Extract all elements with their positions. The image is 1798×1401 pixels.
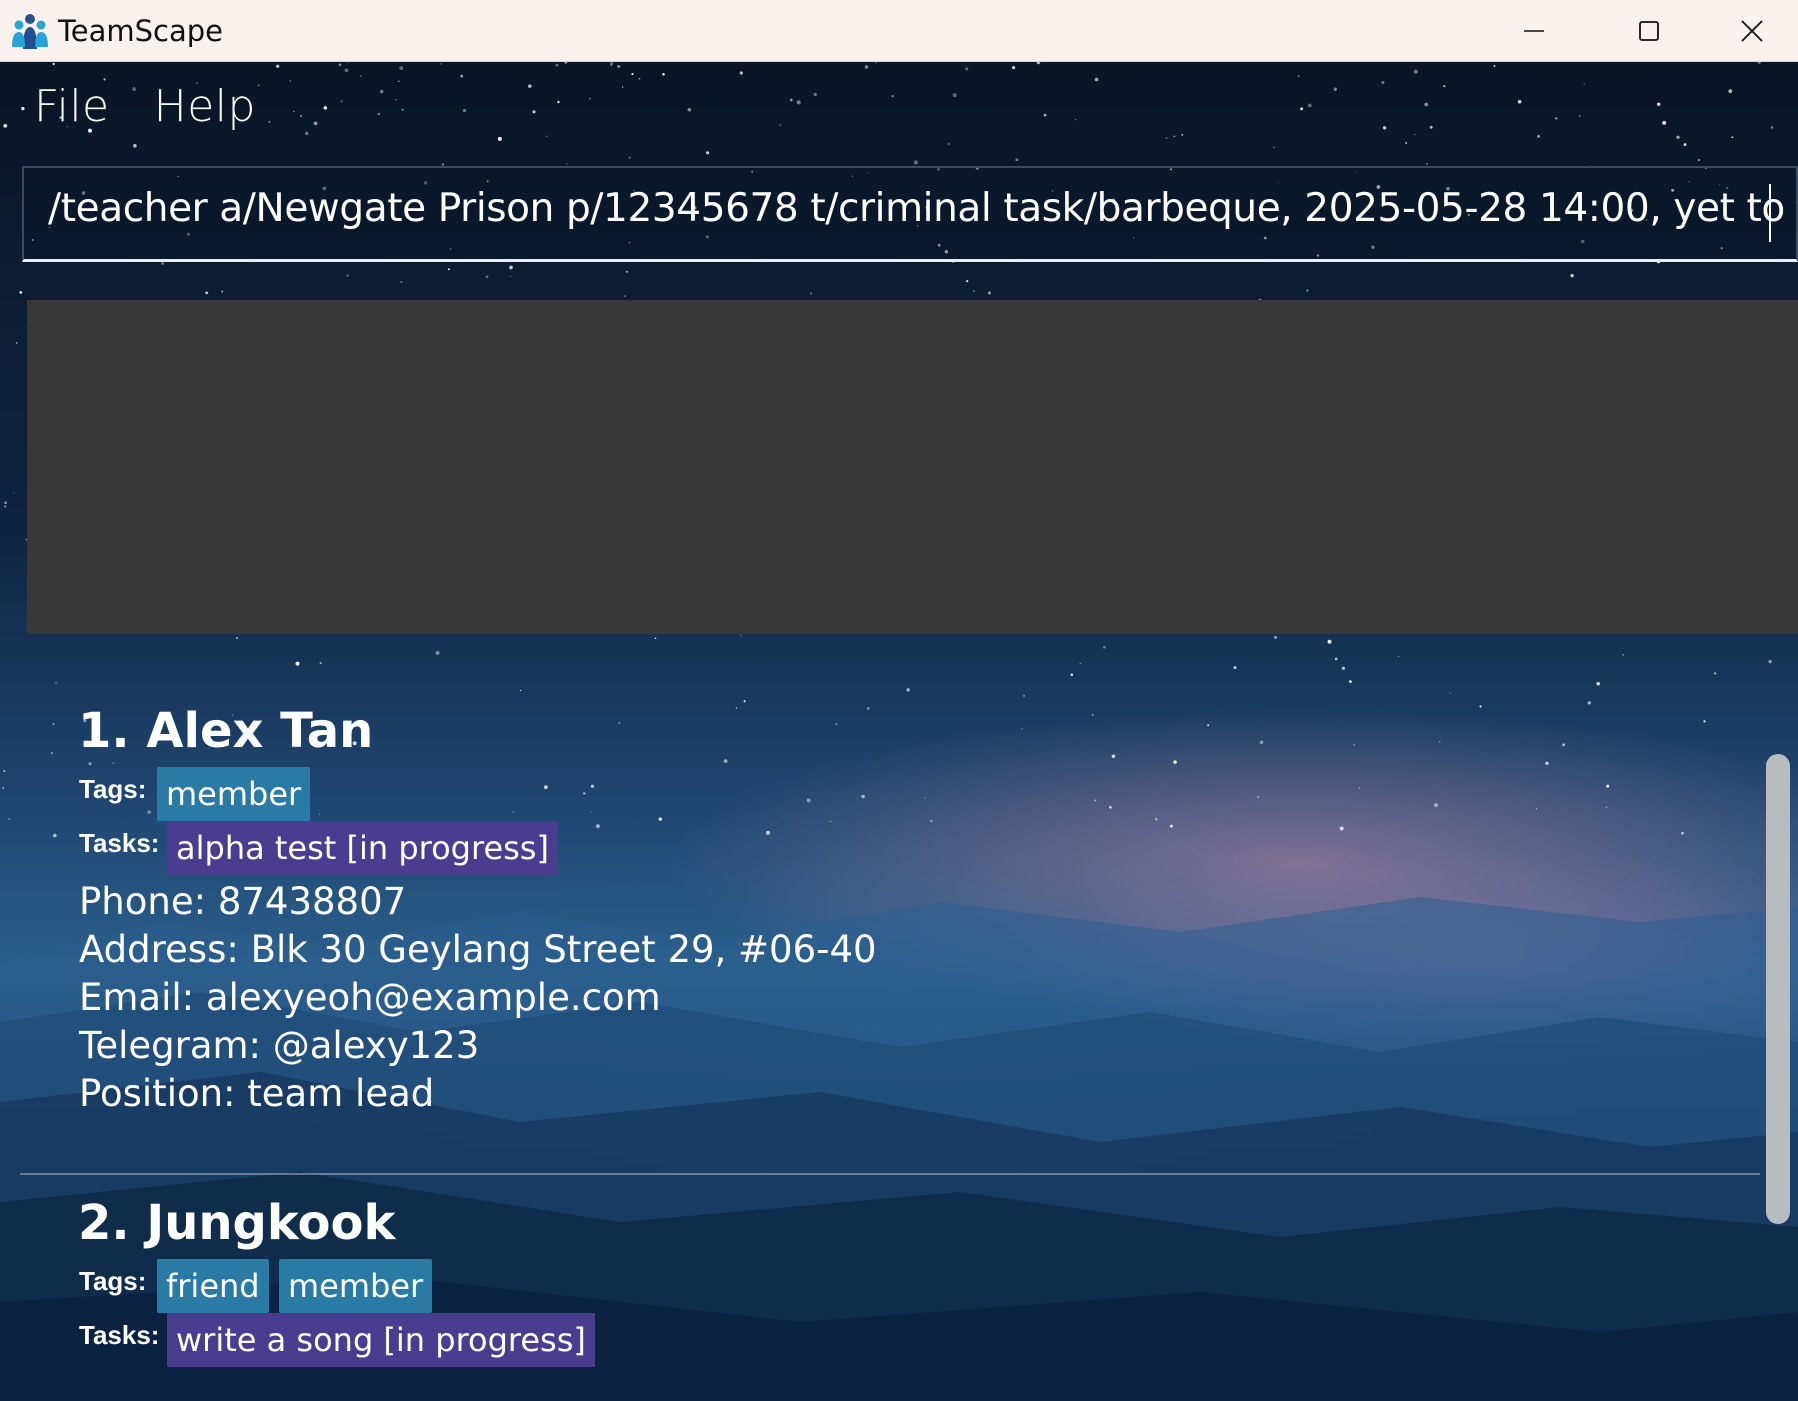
minimize-icon [1523, 29, 1544, 32]
task-chip: alpha test [in progress] [167, 821, 558, 875]
maximize-icon [1638, 20, 1659, 41]
tag-chip: friend [157, 1259, 269, 1313]
window-title: TeamScape [58, 13, 224, 48]
person-list[interactable]: 1. Alex Tan Tags: member Tasks: alpha te… [0, 694, 1760, 1401]
tag-chip: member [157, 767, 311, 821]
address-text: Address: Blk 30 Geylang Street 29, #06-4… [79, 928, 877, 971]
phone-text: Phone: 87438807 [79, 880, 407, 923]
person-name: 1. Alex Tan [78, 703, 374, 759]
menu-file[interactable]: File [12, 81, 132, 132]
tasks-label: Tasks: [79, 1320, 160, 1350]
maximize-button[interactable] [1591, 0, 1706, 61]
close-icon [1741, 19, 1763, 42]
minimize-button[interactable] [1476, 0, 1591, 61]
result-display [27, 300, 1798, 634]
menu-bar: File Help [0, 62, 278, 150]
person-name: 2. Jungkook [78, 1195, 396, 1251]
command-input[interactable]: /teacher a/Newgate Prison p/12345678 t/c… [22, 166, 1798, 262]
tags-label: Tags: [79, 774, 147, 804]
tags-label: Tags: [79, 1266, 147, 1296]
title-bar: TeamScape [0, 0, 1798, 62]
card-divider [20, 1173, 1760, 1175]
command-input-text: /teacher a/Newgate Prison p/12345678 t/c… [48, 186, 1798, 231]
scrollbar-thumb[interactable] [1766, 754, 1790, 1224]
close-button[interactable] [1706, 0, 1798, 61]
team-people-icon [12, 13, 48, 49]
text-caret [1769, 184, 1771, 242]
tag-chip: member [279, 1259, 433, 1313]
tasks-label: Tasks: [79, 828, 160, 858]
menu-help[interactable]: Help [132, 81, 278, 132]
task-chip: write a song [in progress] [167, 1313, 595, 1367]
main-window: File Help /teacher a/Newgate Prison p/12… [0, 62, 1798, 1401]
telegram-text: Telegram: @alexy123 [79, 1024, 480, 1067]
position-text: Position: team lead [79, 1072, 435, 1115]
email-text: Email: alexyeoh@example.com [79, 976, 661, 1019]
